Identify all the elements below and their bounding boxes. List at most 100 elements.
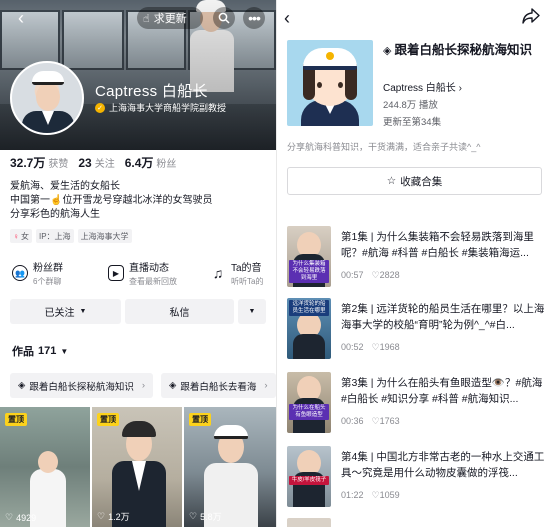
episode-title: 第4集 | 中国北方非常古老的一种水上交通工具～究竟是用什么动物皮囊做的浮筏..… xyxy=(341,451,545,479)
more-dots-icon: ••• xyxy=(248,10,261,26)
video-thumbnail[interactable]: 置顶 ♡ 4929 xyxy=(0,407,90,527)
feature-sub: 查看最新回放 xyxy=(129,277,177,286)
collection-panel: ‹ ◈ 跟着白船长探秘航海知识 Captress 白船长 › 244.8万 播放 … xyxy=(277,0,552,527)
episode-thumbnail: 为什么集装箱不会轻易跌落到海里 xyxy=(287,226,331,287)
feature-sub: 听听Ta的 xyxy=(231,277,264,286)
verification-badge: ✓ 上海海事大学商船学院副教授 xyxy=(95,101,226,114)
collection-title-block: ◈ 跟着白船长探秘航海知识 xyxy=(383,42,543,60)
episode-likes-value: 2828 xyxy=(379,270,400,280)
works-tab[interactable]: 作品 171 ▼ xyxy=(12,343,68,359)
chevron-right-icon: › xyxy=(141,380,145,391)
followed-button[interactable]: 已关注 ▼ xyxy=(10,299,121,324)
request-update-label: 求更新 xyxy=(153,13,187,25)
video-thumbnail[interactable]: 置顶 ♡ 5.8万 xyxy=(184,407,276,527)
live-icon: ▶ xyxy=(108,265,124,281)
message-button[interactable]: 私信 xyxy=(125,299,234,324)
profile-stats: 32.7万 获赞 23 关注 6.4万 粉丝 xyxy=(10,154,176,172)
episode-thumbnail-caption: 远洋货轮的船员生活在哪里 xyxy=(289,300,329,316)
gender-text: 女 xyxy=(21,231,29,241)
episode-duration: 00:57 xyxy=(341,270,364,280)
like-count-value: 1.2万 xyxy=(108,512,130,522)
stat-number: 32.7万 xyxy=(10,156,46,170)
stat-label: 关注 xyxy=(94,159,115,170)
search-button[interactable] xyxy=(213,7,235,29)
stat-number: 23 xyxy=(78,156,92,170)
back-button[interactable]: ‹ xyxy=(10,7,32,29)
episode-title: 第1集 | 为什么集装箱不会轻易跌落到海里呢？#航海 #科普 #白船长 #集装箱… xyxy=(341,231,534,259)
share-icon[interactable] xyxy=(522,8,540,24)
caret-down-icon: ▼ xyxy=(79,308,87,315)
episode-likes: ♡1968 xyxy=(372,342,400,353)
collection-description: 分享航海科普知识，干货满满，适合亲子共读^_^ xyxy=(287,142,481,152)
episode-thumbnail-caption: 为什么在船头有鱼眼造型 xyxy=(289,404,329,420)
followed-label: 已关注 xyxy=(44,308,75,319)
heart-icon: ♡ xyxy=(5,512,14,522)
feature-title: Ta的音 xyxy=(231,263,262,274)
verified-icon: ✓ xyxy=(95,102,105,113)
chevron-right-icon: › xyxy=(264,380,268,391)
video-grid: 置顶 ♡ 4929 置顶 ♡ 1.2万 置顶 ♡ 5.8万 xyxy=(0,407,276,527)
collection-chip[interactable]: ◈ 跟着白船长探秘航海知识 › xyxy=(10,373,153,398)
chevron-left-icon: ‹ xyxy=(284,8,290,28)
like-count-value: 4929 xyxy=(16,512,37,523)
episode-thumbnail: 为什么在船头有鱼眼造型 xyxy=(287,372,331,433)
episode-duration: 00:36 xyxy=(341,416,364,426)
stat-label: 获赞 xyxy=(48,159,69,170)
gender-tag: ♀ 女 xyxy=(10,229,32,243)
heart-icon: ♡ xyxy=(371,416,380,426)
bio-line: 中国第一☝️位开雪龙号穿越北冰洋的女驾驶员 xyxy=(10,195,213,206)
episode-thumbnail-partial xyxy=(287,518,331,527)
episode-likes: ♡1763 xyxy=(372,416,400,427)
verification-text: 上海海事大学商船学院副教授 xyxy=(109,103,227,113)
collect-button[interactable]: ☆ 收藏合集 xyxy=(287,167,542,195)
episode-item[interactable]: 远洋货轮的船员生活在哪里 第2集 | 远洋货轮的船员生活在哪里？以上海海事大学的… xyxy=(287,298,547,362)
episode-thumbnail: 牛皮/羊皮筏子 xyxy=(287,446,331,507)
pinned-badge: 置顶 xyxy=(97,413,119,426)
episode-duration: 00:52 xyxy=(341,342,364,352)
back-button[interactable]: ‹ xyxy=(284,8,290,29)
music-entry[interactable]: ♫ Ta的音 听听Ta的 xyxy=(210,255,264,291)
collection-chip[interactable]: ◈ 跟着白船长去看海 › xyxy=(161,373,276,398)
collection-author-link[interactable]: Captress 白船长 › xyxy=(383,79,462,94)
works-label: 作品 xyxy=(12,346,34,358)
video-thumbnail[interactable]: 置顶 ♡ 1.2万 xyxy=(92,407,182,527)
collect-button-label: 收藏合集 xyxy=(400,175,443,188)
pinned-badge: 置顶 xyxy=(189,413,211,426)
feature-title: 直播动态 xyxy=(129,263,169,274)
stat-following[interactable]: 23 关注 xyxy=(78,154,114,172)
more-actions-button[interactable]: ▼ xyxy=(238,299,266,324)
collection-cover xyxy=(287,40,373,126)
episode-thumbnail: 远洋货轮的船员生活在哪里 xyxy=(287,298,331,359)
collection-stack-icon: ◈ xyxy=(169,380,177,391)
like-count: ♡ 1.2万 xyxy=(97,510,130,523)
fan-group-icon: 👥 xyxy=(12,265,28,281)
more-button[interactable]: ••• xyxy=(243,7,265,29)
like-count: ♡ 4929 xyxy=(5,512,36,523)
episode-item[interactable]: 为什么集装箱不会轻易跌落到海里 第1集 | 为什么集装箱不会轻易跌落到海里呢？#… xyxy=(287,226,547,290)
like-count: ♡ 5.8万 xyxy=(189,510,222,523)
stat-followers[interactable]: 6.4万 粉丝 xyxy=(125,154,177,172)
collection-stack-icon: ◈ xyxy=(383,45,392,57)
request-update-button[interactable]: ☝ 求更新 xyxy=(137,7,203,29)
episode-thumbnail-caption: 为什么集装箱不会轻易跌落到海里 xyxy=(289,260,329,283)
episode-meta: 01:22 ♡1059 xyxy=(341,490,400,501)
episode-title: 第3集 | 为什么在船头有鱼眼造型👁️？#航海 #白船长 #知识分享 #科普 #… xyxy=(341,377,543,405)
live-replay-entry[interactable]: ▶ 直播动态查看最新回放 xyxy=(108,255,177,291)
stat-label: 粉丝 xyxy=(156,159,177,170)
episode-item[interactable]: 牛皮/羊皮筏子 第4集 | 中国北方非常古老的一种水上交通工具～究竟是用什么动物… xyxy=(287,446,547,510)
episode-item[interactable]: 为什么在船头有鱼眼造型 第3集 | 为什么在船头有鱼眼造型👁️？#航海 #白船长… xyxy=(287,372,547,436)
ip-tag: IP：上海 xyxy=(36,229,74,243)
fan-group-entry[interactable]: 👥 粉丝群 6个群聊 xyxy=(12,255,63,291)
avatar[interactable] xyxy=(10,61,84,135)
school-tag[interactable]: 上海海事大学 xyxy=(77,229,132,243)
caret-down-icon: ▼ xyxy=(248,308,256,315)
stat-likes[interactable]: 32.7万 获赞 xyxy=(10,154,68,172)
profile-bio: 爱航海、爱生活的女船长 中国第一☝️位开雪龙号穿越北冰洋的女驾驶员 分享彩色的航… xyxy=(10,180,212,222)
episode-meta: 00:36 ♡1763 xyxy=(341,416,400,427)
collection-stack-icon: ◈ xyxy=(18,380,26,391)
search-icon xyxy=(218,12,230,24)
collection-title: 跟着白船长探秘航海知识 xyxy=(394,43,532,57)
stat-number: 6.4万 xyxy=(124,156,154,170)
heart-icon: ♡ xyxy=(371,270,380,280)
works-count: 171 xyxy=(38,345,57,357)
